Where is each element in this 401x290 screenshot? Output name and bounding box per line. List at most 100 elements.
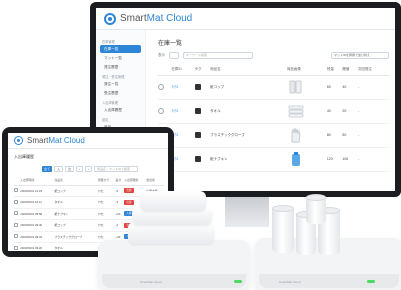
diff-value: -5 — [115, 185, 125, 197]
remaining-value: 80 — [326, 123, 343, 148]
tag-value: ｱｲｳｴ — [97, 208, 116, 220]
tag-cell — [194, 75, 211, 100]
diff-value: +20 — [115, 208, 125, 220]
tag-value: ｱｲｳｴ — [97, 219, 116, 232]
tag-value: ｱｲｳｴ — [97, 185, 116, 197]
table-row[interactable]: ｱｲｳｴ タオル 40 20- — [158, 99, 389, 124]
diff-value: -3 — [115, 196, 125, 209]
smartmat-logo-icon — [104, 12, 116, 25]
inventory-id-link[interactable]: ｱｲｳｴ — [171, 109, 178, 113]
column-header[interactable]: 担当者 — [146, 176, 164, 186]
inventory-id-cell: ｱｲｳｴ — [171, 75, 195, 100]
pager-button[interactable]: ‹ — [76, 166, 84, 172]
tablet-toolbar: 全て入出 ‹ › 商品名・マットIDで検索 — [42, 166, 168, 172]
row-checkbox[interactable] — [14, 211, 18, 216]
app-logo-text[interactable]: SmartMat Cloud — [27, 136, 85, 145]
row-checkbox[interactable] — [14, 188, 18, 193]
sidebar-item[interactable]: 入出庫履歴 — [100, 106, 141, 114]
history-time: 2023/04/01 09:20 — [20, 242, 55, 251]
table-row[interactable]: ｱｲｳｴ プラスチックグローブ 80 50- — [158, 123, 389, 148]
type-badge: 出庫 — [124, 188, 134, 194]
product-showcase: SmartMat Cloud 在庫管理 在庫一覧 マット一覧 発注履歴 発注・受注管理発… — [0, 0, 401, 290]
tag-cell — [194, 99, 211, 124]
product-name: 紙コップ — [54, 185, 98, 197]
remaining-value: 60 — [326, 75, 343, 100]
remaining-value: 40 — [326, 99, 343, 124]
tag-cell — [194, 147, 211, 172]
row-radio[interactable] — [158, 83, 164, 90]
table-header-row: 入出庫時間 商品名 残量タグ 差分 入出庫種別 担当者 — [14, 176, 164, 186]
inventory-id-link[interactable]: ｱｲｳｴ — [171, 85, 178, 89]
sidebar-item[interactable]: 在庫一覧 — [100, 45, 141, 53]
sort-select[interactable]: マットIDを昇順で並び替え — [331, 52, 389, 59]
next-order-value: - — [357, 123, 389, 148]
sidebar-item[interactable]: 受注履歴 — [100, 89, 141, 97]
row-checkbox[interactable] — [14, 222, 18, 227]
scale-front-panel — [102, 274, 246, 288]
monitor-stand — [225, 197, 269, 227]
filter-chip[interactable]: 全て — [42, 166, 53, 172]
history-search-input[interactable]: 商品名・マットIDで検索 — [94, 166, 139, 172]
column-header[interactable] — [158, 65, 172, 76]
product-image-cell — [286, 123, 327, 148]
product-name: 紙コップ — [54, 219, 98, 232]
toolbar: 表示 キーワード検索 マットIDを昇順で並び替え — [158, 52, 389, 59]
app-logo-text[interactable]: SmartMat Cloud — [120, 13, 192, 24]
tablet-page-title: 入出庫履歴 — [14, 154, 34, 159]
column-header[interactable]: 次回発注 — [357, 65, 389, 76]
row-checkbox[interactable] — [14, 234, 18, 239]
sidebar-item[interactable]: 発注履歴 — [100, 63, 141, 71]
product-name: 紙ナプキン — [210, 147, 287, 172]
table-row[interactable]: ｱｲｳｴ 紙ナプキン 120 100- — [158, 147, 389, 172]
row-checkbox[interactable] — [14, 245, 18, 250]
search-input[interactable]: キーワード検索 — [183, 52, 253, 59]
app-header: SmartMat Cloud — [96, 8, 395, 30]
threshold-value: 50 — [342, 123, 358, 148]
history-time: 2023/04/01 09:32 — [20, 231, 55, 243]
column-header[interactable]: 残量 — [326, 65, 343, 76]
filter-chip[interactable]: 出 — [65, 166, 75, 172]
inventory-id-cell: ｱｲｳｴ — [171, 123, 195, 148]
column-header[interactable]: 商品名 — [210, 65, 287, 76]
row-radio[interactable] — [158, 107, 164, 114]
sidebar-item[interactable]: 発注一覧 — [100, 80, 141, 88]
page-title: 在庫一覧 — [158, 41, 183, 47]
row-checkbox[interactable] — [14, 199, 18, 204]
column-header[interactable]: タグ — [194, 65, 211, 76]
next-order-value: - — [357, 147, 389, 172]
paper-cup-stack — [306, 194, 326, 224]
filter-chip[interactable]: 入 — [54, 166, 64, 172]
row-select-cell — [158, 75, 172, 100]
table-row[interactable]: ｱｲｳｴ 紙コップ 60 40- — [158, 75, 389, 100]
tag-cell — [194, 123, 211, 148]
towel-stack-bottom — [128, 222, 214, 244]
scale-brand-label: SmartMat Cloud — [140, 280, 162, 284]
table-header-row: 在庫ID タグ 商品名 商品画像 残量 閾値 次回発注 — [158, 65, 389, 76]
pager-button[interactable]: › — [85, 166, 93, 172]
column-header[interactable]: 入出庫種別 — [124, 176, 147, 186]
status-led — [234, 280, 242, 283]
smartmat-logo-icon — [14, 136, 23, 145]
column-header[interactable]: 残量タグ — [97, 176, 116, 186]
product-name: タオル — [54, 196, 98, 209]
next-order-value: - — [357, 75, 389, 100]
status-led — [367, 280, 375, 283]
column-header[interactable]: 在庫ID — [171, 65, 195, 76]
tablet-app-header: SmartMat Cloud — [8, 133, 168, 149]
paper-cup-stack — [272, 205, 294, 253]
column-header[interactable]: 入出庫時間 — [20, 176, 55, 186]
sidebar-item[interactable]: マット一覧 — [100, 54, 141, 62]
column-header[interactable]: 商品名 — [54, 176, 98, 186]
display-count-select[interactable] — [169, 52, 179, 59]
product-image-bottle — [287, 150, 327, 168]
column-header[interactable]: 閾値 — [342, 65, 358, 76]
sidebar-section-heading: 入出庫管理 — [102, 101, 118, 105]
towel-stack-top — [140, 191, 206, 211]
product-image-cell — [286, 99, 327, 124]
column-header[interactable]: 差分 — [115, 176, 125, 186]
history-time: 2023/04/01 10:11 — [20, 196, 55, 209]
smart-mat-scale-left: SmartMat Cloud — [98, 240, 250, 290]
tag-icon — [194, 155, 201, 162]
column-header[interactable]: 商品画像 — [286, 65, 327, 76]
product-name: 紙ナプキン — [54, 208, 98, 220]
